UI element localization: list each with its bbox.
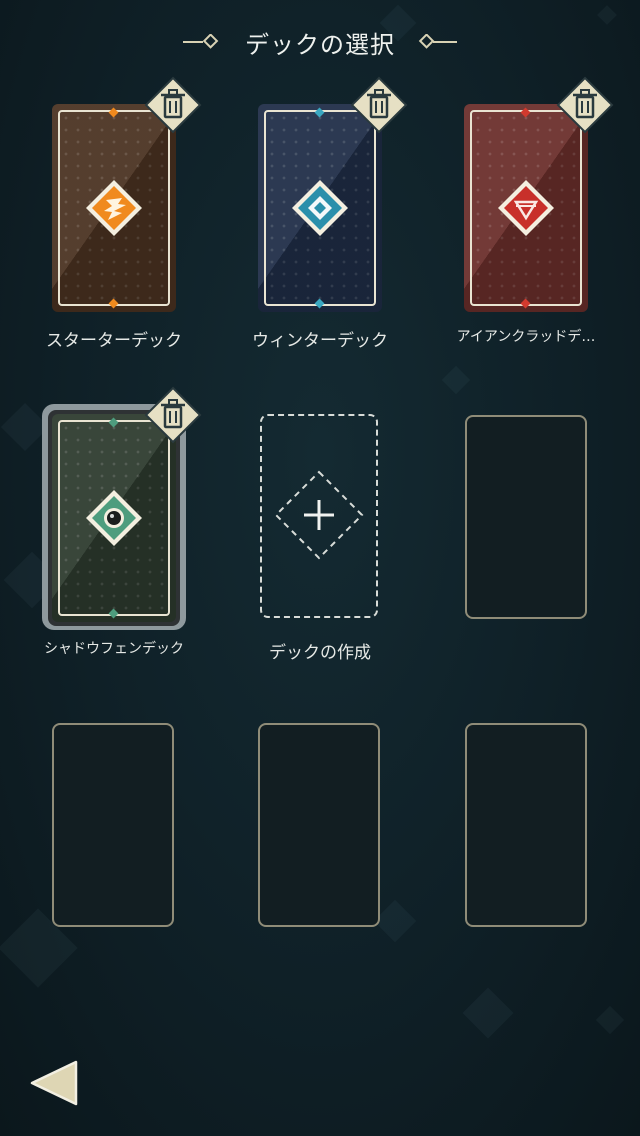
deck-card[interactable] (258, 104, 382, 312)
deck-name: シャドウフェンデック (44, 641, 184, 657)
header-ornament-left-icon (183, 34, 219, 49)
bg-diamond (462, 987, 514, 1039)
deck-slot-winter: ウィンターデック (252, 76, 408, 351)
header-ornament-right-icon (418, 34, 457, 49)
create-deck-button[interactable] (260, 414, 378, 618)
gem-emblem-icon (498, 180, 554, 236)
plus-icon (274, 470, 364, 560)
empty-slot-frame (52, 723, 174, 927)
snow-emblem-icon (292, 180, 348, 236)
trash-icon[interactable] (556, 76, 614, 134)
eye-emblem-icon (86, 490, 142, 546)
bg-diamond (595, 1005, 625, 1035)
empty-slot-frame (258, 723, 380, 927)
trash-icon[interactable] (144, 76, 202, 134)
deck-slot-shadowfen: シャドウフェンデック (42, 386, 202, 657)
deck-slot-ironclad: アイアンクラッドデ… (457, 76, 614, 345)
create-deck-label: デックの作成 (269, 643, 371, 663)
deck-name: ウィンターデック (252, 331, 388, 351)
empty-slot-frame (465, 723, 587, 927)
deck-name: アイアンクラッドデ… (456, 329, 596, 345)
empty-slot-frame (465, 415, 587, 619)
bg-diamond (441, 365, 471, 395)
empty-deck-slot (465, 415, 589, 623)
empty-deck-slot (465, 723, 589, 931)
deck-slot-starter: スターターデック (46, 76, 202, 351)
flame-emblem-icon (86, 180, 142, 236)
create-deck-slot: デックの作成 (258, 414, 382, 663)
back-arrow-icon[interactable] (28, 1058, 80, 1108)
trash-icon[interactable] (144, 386, 202, 444)
page-title: デックの選択 (245, 30, 395, 59)
deck-card[interactable] (464, 104, 588, 312)
deck-card[interactable] (52, 414, 176, 622)
trash-icon[interactable] (350, 76, 408, 134)
empty-deck-slot (52, 723, 176, 931)
deck-card[interactable] (52, 104, 176, 312)
page-header: デックの選択 (0, 22, 640, 62)
deck-name: スターターデック (46, 331, 182, 351)
empty-deck-slot (258, 723, 382, 931)
